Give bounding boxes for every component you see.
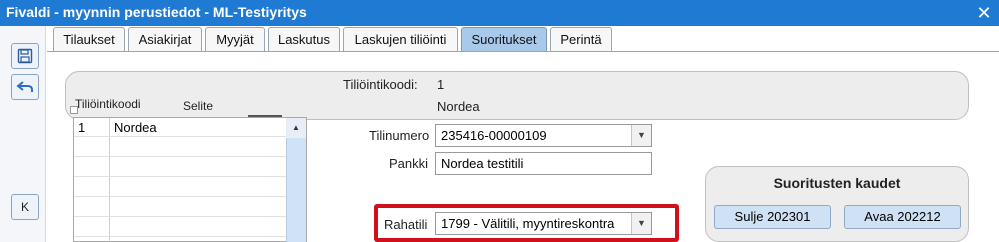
- tab-suoritukset[interactable]: Suoritukset: [461, 27, 547, 52]
- code-value: 1: [437, 77, 445, 92]
- pankki-value: Nordea testitili: [441, 156, 524, 171]
- table-row[interactable]: [74, 218, 286, 237]
- table-row[interactable]: [74, 158, 286, 177]
- tab-laskujen-tiliointi[interactable]: Laskujen tiliöinti: [343, 27, 458, 51]
- tilinumero-select[interactable]: 235416-00000109: [435, 124, 652, 147]
- tilinumero-label: Tilinumero: [369, 128, 430, 143]
- tab-laskutus[interactable]: Laskutus: [268, 27, 340, 51]
- pankki-label: Pankki: [389, 156, 429, 171]
- tab-tilaukset[interactable]: Tilaukset: [53, 27, 125, 51]
- table-row[interactable]: [74, 198, 286, 217]
- scroll-up-icon[interactable]: ▲: [286, 118, 306, 138]
- close-period-button[interactable]: Sulje 202301: [714, 205, 831, 229]
- highlight-box: [374, 204, 679, 242]
- table-row[interactable]: [74, 138, 286, 157]
- tilinumero-value: 235416-00000109: [441, 128, 547, 143]
- periods-title: Suoritusten kaudet: [773, 175, 901, 191]
- tab-asiakirjat[interactable]: Asiakirjat: [128, 27, 202, 51]
- grid-resize-handle[interactable]: [70, 106, 78, 114]
- close-icon[interactable]: ✕: [973, 2, 995, 24]
- code-label: Tiliöintikoodi:: [343, 77, 418, 92]
- table-row[interactable]: [74, 178, 286, 197]
- code-name-value: Nordea: [437, 99, 480, 114]
- tab-myyjat[interactable]: Myyjät: [205, 27, 265, 51]
- grid-cell-desc: Nordea: [114, 120, 157, 135]
- chevron-down-icon[interactable]: ▼: [631, 125, 651, 146]
- save-icon[interactable]: [11, 43, 39, 69]
- pankki-field[interactable]: Nordea testitili: [435, 152, 652, 175]
- grid-header-desc[interactable]: Selite: [183, 99, 213, 113]
- grid-cell-code: 1: [78, 120, 86, 135]
- window-title: Fivaldi - myynnin perustiedot - ML-Testi…: [6, 4, 307, 20]
- grid-header-separator: [248, 115, 282, 117]
- open-period-button[interactable]: Avaa 202212: [844, 205, 961, 229]
- tab-perinta[interactable]: Perintä: [550, 27, 612, 51]
- grid-header-code[interactable]: Tiliöintikoodi: [75, 97, 141, 111]
- table-row[interactable]: 1 Nordea: [74, 118, 286, 137]
- undo-icon[interactable]: [11, 74, 39, 100]
- k-button[interactable]: K: [11, 194, 39, 220]
